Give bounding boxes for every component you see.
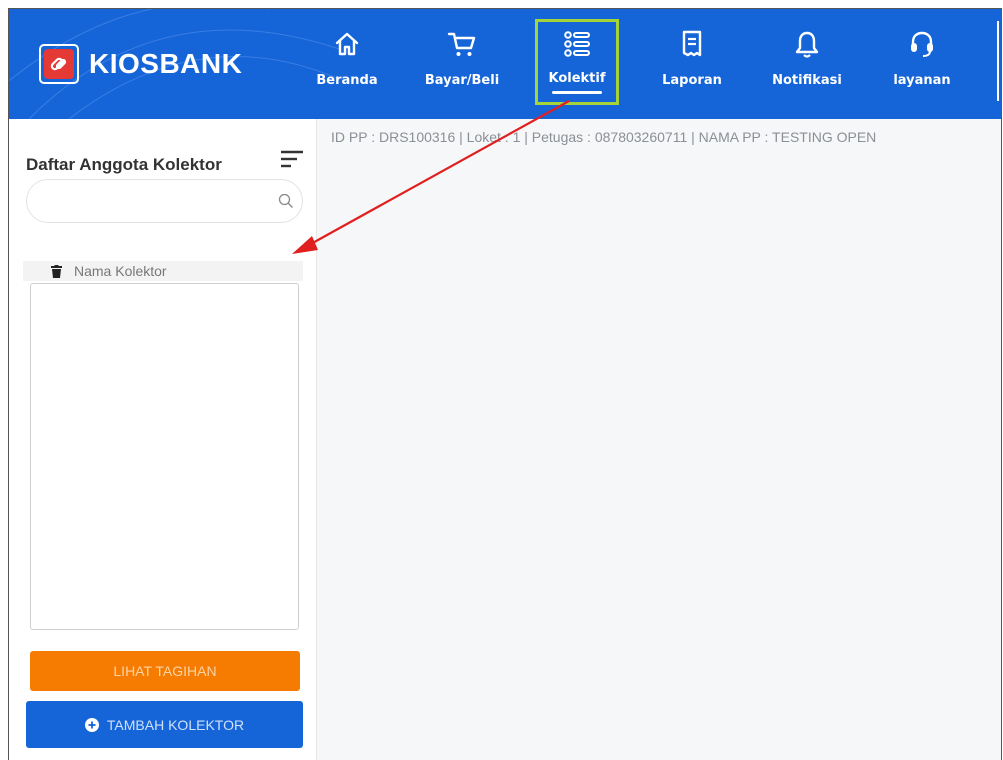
collector-list[interactable] xyxy=(30,283,299,630)
nav-bayar-beli[interactable]: Bayar/Beli xyxy=(420,19,504,105)
search-input[interactable] xyxy=(41,190,265,214)
brand-name: KIOSBANK xyxy=(89,48,243,79)
nav-beranda[interactable]: Beranda xyxy=(305,19,389,105)
nav-laporan[interactable]: Laporan xyxy=(650,19,734,105)
nav-kolektif[interactable]: Kolektif xyxy=(535,19,619,105)
main-content: ID PP : DRS100316 | Loket : 1 | Petugas … xyxy=(317,119,1001,760)
plus-circle-icon xyxy=(84,717,99,732)
top-navbar: KIOSBANK Beranda Bayar/Beli Kolektif Lap… xyxy=(9,9,1001,119)
nav-label: Kolektif xyxy=(548,71,606,86)
list-icon xyxy=(564,31,590,57)
logo-mark xyxy=(39,44,79,84)
search-box xyxy=(26,179,303,223)
receipt-icon xyxy=(682,30,702,57)
column-nama-kolektor: Nama Kolektor xyxy=(74,263,167,279)
bell-icon xyxy=(795,31,819,58)
nav-label: Bayar/Beli xyxy=(424,73,500,88)
kiosbank-logo[interactable]: KIOSBANK xyxy=(39,44,242,84)
sort-menu-icon[interactable] xyxy=(279,149,305,169)
sidebar-title: Daftar Anggota Kolektor xyxy=(26,155,222,174)
nav-label: Beranda xyxy=(316,73,378,88)
tambah-kolektor-label: TAMBAH KOLEKTOR xyxy=(106,716,245,733)
nav-label: layanan xyxy=(893,73,951,88)
cart-icon xyxy=(447,32,476,56)
link-icon xyxy=(50,57,67,71)
lihat-tagihan-button[interactable]: LIHAT TAGIHAN xyxy=(30,651,300,691)
app-window: KIOSBANK Beranda Bayar/Beli Kolektif Lap… xyxy=(8,8,1002,760)
nav-layanan[interactable]: layanan xyxy=(880,19,964,105)
header-divider xyxy=(997,21,999,101)
list-header: Nama Kolektor xyxy=(23,261,303,281)
active-indicator xyxy=(552,91,602,94)
nav-notifikasi[interactable]: Notifikasi xyxy=(765,19,849,105)
search-icon[interactable] xyxy=(278,193,294,209)
home-icon xyxy=(335,32,359,56)
headset-icon xyxy=(911,31,933,57)
trash-icon[interactable] xyxy=(51,264,62,278)
nav-label: Notifikasi xyxy=(772,73,842,88)
info-bar: ID PP : DRS100316 | Loket : 1 | Petugas … xyxy=(331,129,877,145)
tambah-kolektor-button[interactable]: TAMBAH KOLEKTOR xyxy=(26,701,303,748)
sidebar: Daftar Anggota Kolektor Nama Kolektor LI… xyxy=(9,119,317,760)
nav-label: Laporan xyxy=(662,73,722,88)
